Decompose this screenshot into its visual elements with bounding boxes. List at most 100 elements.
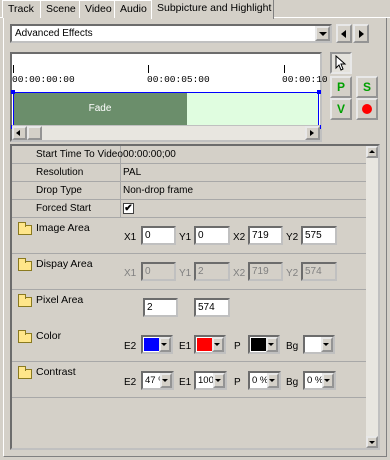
- e2-contrast-select[interactable]: 47 %: [141, 371, 174, 390]
- contrast-label: Contrast: [36, 366, 76, 378]
- v-tool-button[interactable]: V: [330, 98, 352, 120]
- timeline-horizontal-scrollbar[interactable]: [12, 125, 320, 140]
- folder-icon: [18, 294, 32, 307]
- p-label: P: [234, 377, 241, 388]
- y2-label: Y2: [286, 268, 299, 279]
- record-dot-icon: [362, 104, 372, 114]
- image-x1-input[interactable]: 0: [141, 226, 176, 245]
- timeline[interactable]: 00:00:00:00 00:00:05:00 00:00:10 Fade: [10, 52, 328, 142]
- pixel-area-end-input[interactable]: 574: [194, 298, 230, 317]
- chevron-down-icon[interactable]: [321, 337, 333, 352]
- timeline-tick-label: 00:00:05:00: [147, 74, 210, 85]
- record-button[interactable]: [356, 98, 378, 120]
- display-y1-input: 2: [194, 262, 230, 281]
- color-label: Color: [36, 330, 62, 342]
- image-y1-input[interactable]: 0: [194, 226, 230, 245]
- scroll-right-button[interactable]: [305, 126, 320, 140]
- drop-type-value[interactable]: Non-drop frame: [123, 185, 193, 196]
- chevron-down-icon[interactable]: [212, 337, 224, 352]
- scroll-left-button[interactable]: [12, 126, 27, 140]
- timeline-tick: [148, 65, 149, 73]
- p-tool-button[interactable]: P: [330, 76, 352, 98]
- e2-label: E2: [124, 341, 137, 352]
- e2-label: E2: [124, 377, 137, 388]
- resolution-row: Resolution PAL: [12, 164, 366, 182]
- resize-handle[interactable]: [11, 90, 15, 94]
- chevron-down-icon[interactable]: [322, 373, 334, 388]
- x1-label: X1: [124, 232, 137, 243]
- timeline-tick: [284, 65, 285, 73]
- chevron-down-icon[interactable]: [159, 337, 171, 352]
- folder-icon: [18, 366, 32, 379]
- display-area-label: Dispay Area: [36, 258, 93, 270]
- folder-icon: [18, 258, 32, 271]
- bg-contrast-select[interactable]: 0 %: [303, 371, 336, 390]
- tab-subpicture-highlight[interactable]: Subpicture and Highlight: [151, 0, 274, 19]
- tab-video[interactable]: Video: [79, 0, 115, 18]
- chevron-down-icon[interactable]: [266, 337, 278, 352]
- e1-label: E1: [179, 377, 192, 388]
- image-x2-input[interactable]: 719: [248, 226, 283, 245]
- p-label: P: [234, 341, 241, 352]
- start-time-label: Start Time To Video: [36, 149, 123, 160]
- bg-color-swatch: [306, 338, 321, 351]
- timeline-tick: [13, 65, 14, 73]
- arrow-cursor-icon: [335, 54, 347, 71]
- forced-start-row: Forced Start ✔: [12, 200, 366, 218]
- display-area-row: Dispay Area X1 0 Y1 2 X2 719 Y2 574: [12, 254, 366, 290]
- p-contrast-select[interactable]: 0 %: [248, 371, 281, 390]
- e1-color-picker[interactable]: [194, 335, 226, 354]
- e1-color-swatch: [197, 338, 212, 351]
- bg-label: Bg: [286, 377, 299, 388]
- tab-track[interactable]: Track: [2, 0, 41, 18]
- e2-color-swatch: [144, 338, 159, 351]
- chevron-down-icon[interactable]: [160, 373, 172, 388]
- forced-start-checkbox[interactable]: ✔: [123, 203, 134, 214]
- e1-contrast-select[interactable]: 100 %: [194, 371, 227, 390]
- folder-icon: [18, 330, 32, 343]
- timeline-tick-label: 00:00:10: [282, 74, 328, 85]
- effects-select[interactable]: Advanced Effects: [10, 24, 332, 43]
- effects-select-value: Advanced Effects: [15, 28, 93, 39]
- select-tool-button[interactable]: [330, 52, 352, 74]
- p-color-swatch: [251, 338, 266, 351]
- image-area-label: Image Area: [36, 222, 90, 234]
- x1-label: X1: [124, 268, 137, 279]
- chevron-down-icon[interactable]: [315, 26, 330, 41]
- bg-color-picker[interactable]: [303, 335, 335, 354]
- tab-scene[interactable]: Scene: [40, 0, 80, 18]
- s-tool-button[interactable]: S: [356, 76, 378, 98]
- chevron-down-icon[interactable]: [213, 373, 225, 388]
- e2-color-picker[interactable]: [141, 335, 173, 354]
- resolution-value[interactable]: PAL: [123, 167, 141, 178]
- previous-button[interactable]: [336, 24, 352, 43]
- scroll-down-button[interactable]: [366, 436, 378, 448]
- selection-outline: [11, 90, 321, 129]
- resize-handle[interactable]: [317, 90, 321, 94]
- property-grid-vertical-scrollbar[interactable]: [366, 146, 378, 448]
- x2-label: X2: [233, 268, 246, 279]
- p-color-picker[interactable]: [248, 335, 280, 354]
- folder-icon: [18, 222, 32, 235]
- chevron-down-icon[interactable]: [267, 373, 279, 388]
- pixel-area-start-input[interactable]: 2: [143, 298, 178, 317]
- scroll-up-button[interactable]: [366, 146, 378, 158]
- contrast-row: Contrast E2 47 % E1 100 % P 0 % Bg 0 %: [12, 362, 366, 398]
- display-y2-input: 574: [301, 262, 337, 281]
- image-y2-input[interactable]: 575: [301, 226, 337, 245]
- arrow-right-icon: [359, 30, 364, 38]
- drop-type-row: Drop Type Non-drop frame: [12, 182, 366, 200]
- display-x1-input: 0: [141, 262, 176, 281]
- tab-audio[interactable]: Audio: [114, 0, 152, 18]
- timeline-tick-label: 00:00:00:00: [12, 74, 75, 85]
- e1-label: E1: [179, 341, 192, 352]
- drop-type-label: Drop Type: [36, 185, 82, 196]
- start-time-value[interactable]: 00:00:00;00: [123, 149, 176, 160]
- arrow-left-icon: [341, 30, 346, 38]
- scroll-thumb[interactable]: [27, 126, 42, 140]
- display-x2-input: 719: [248, 262, 283, 281]
- x2-label: X2: [233, 232, 246, 243]
- pixel-color-row: Pixel Area 2 574 Color E2 E1 P Bg: [12, 290, 366, 362]
- next-button[interactable]: [353, 24, 369, 43]
- image-area-row: Image Area X1 0 Y1 0 X2 719 Y2 575: [12, 218, 366, 254]
